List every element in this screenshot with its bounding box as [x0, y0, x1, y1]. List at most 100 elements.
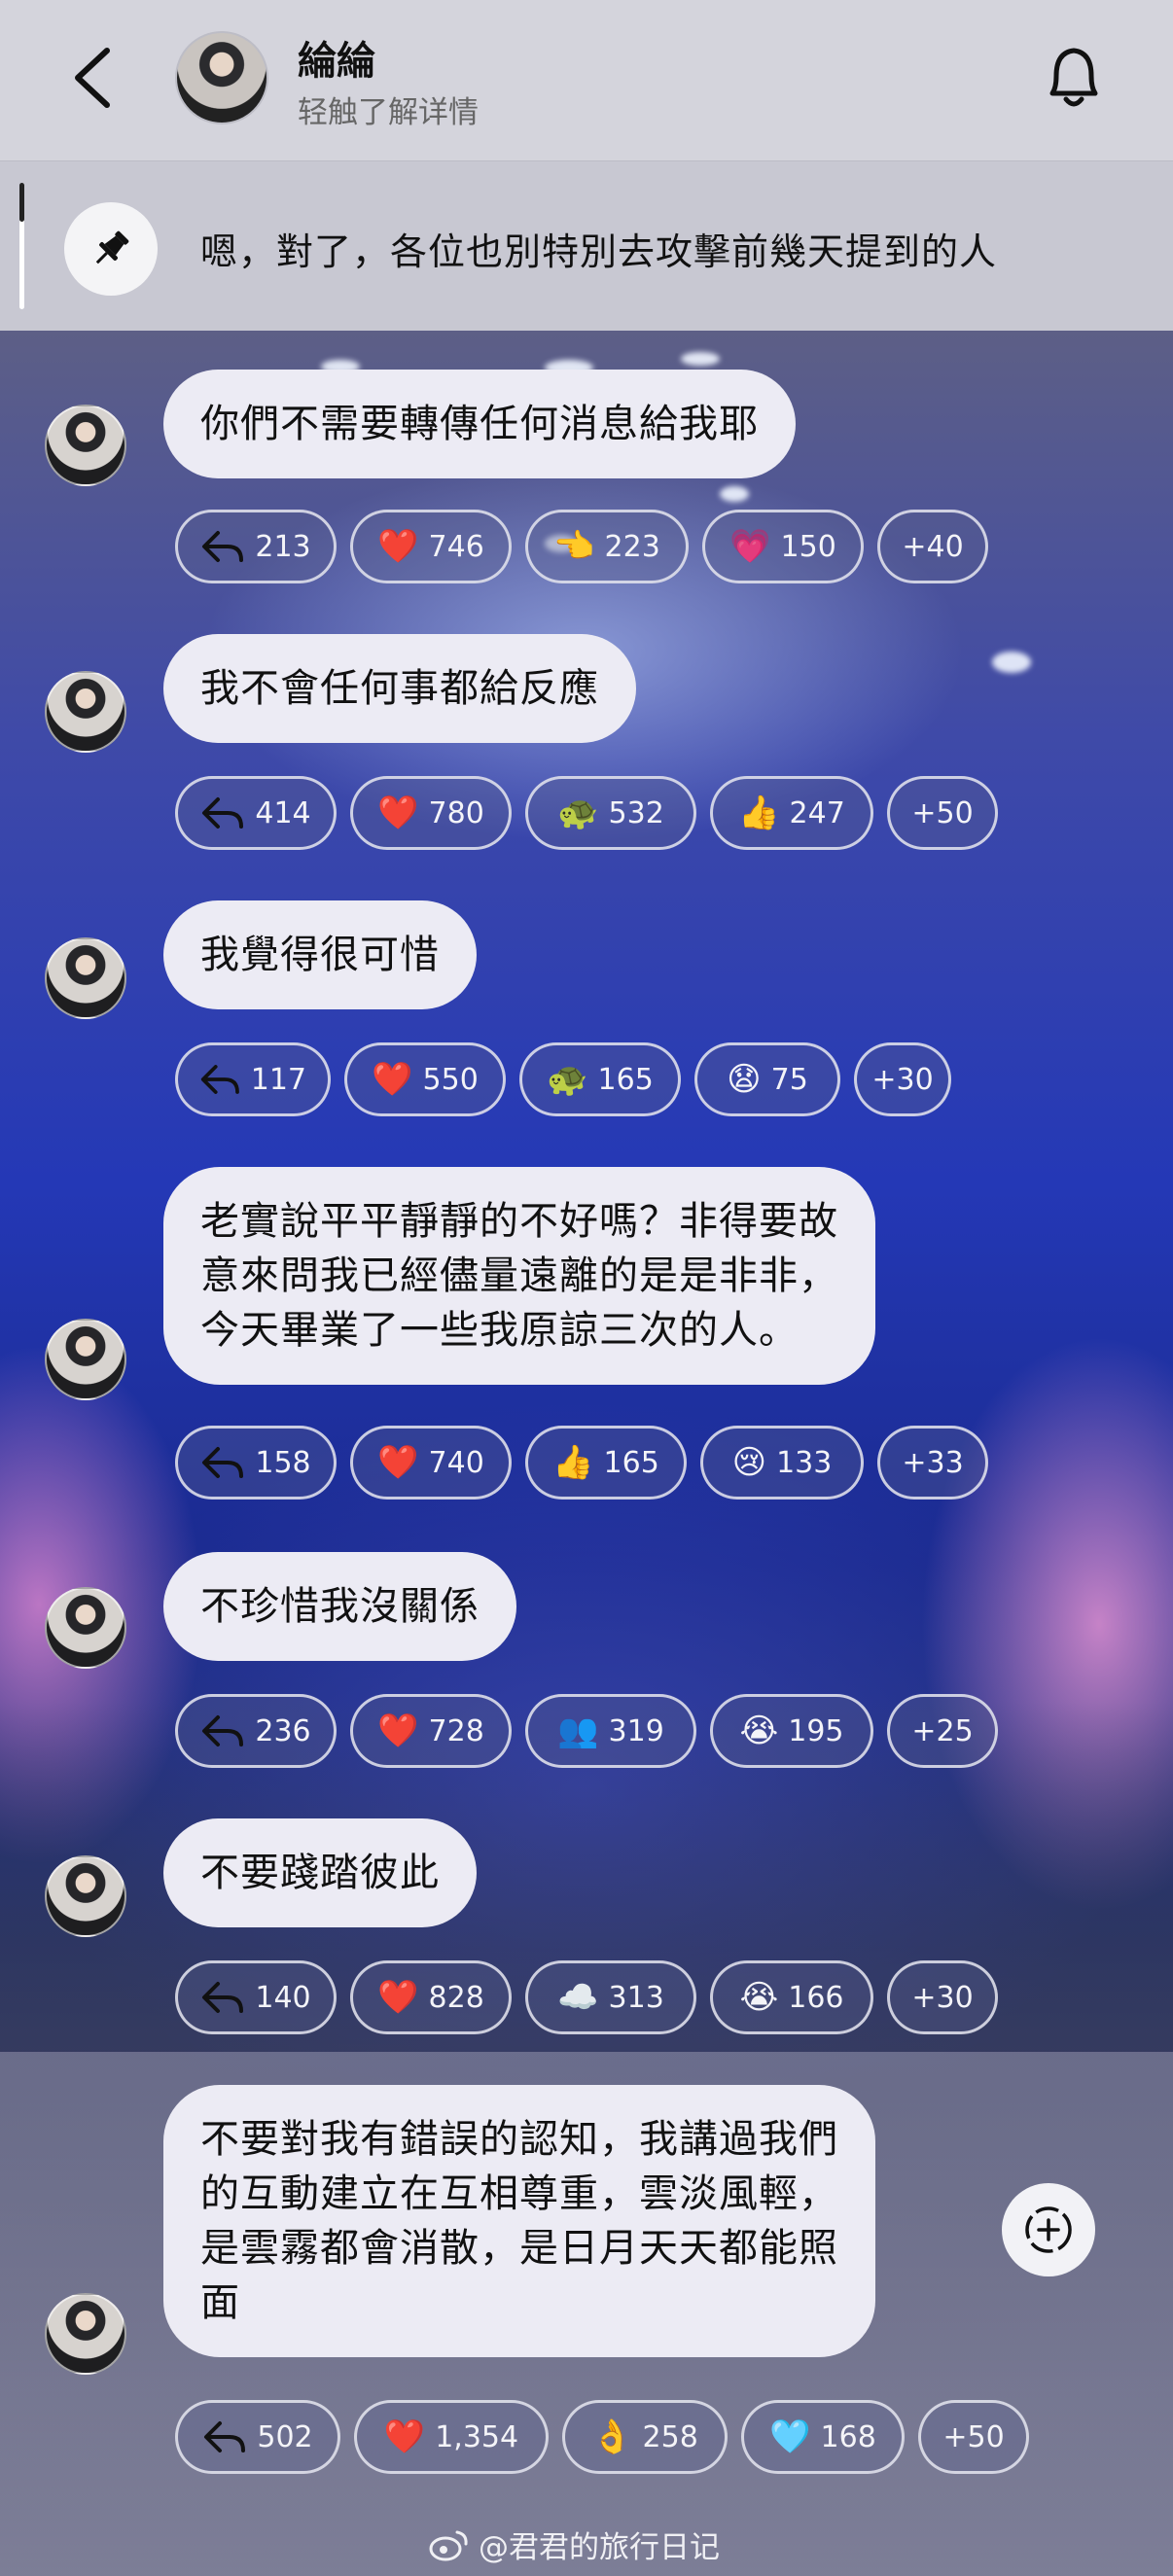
reaction-row: 158 ❤️ 740 👍 165 😢 133 +33 — [175, 1426, 988, 1500]
reaction-chip[interactable]: ☁️ 313 — [525, 1960, 696, 2034]
reaction-count: 247 — [789, 795, 845, 830]
red-heart-icon: ❤️ — [377, 1443, 419, 1482]
message-bubble[interactable]: 不要踐踏彼此 — [163, 1818, 477, 1927]
message-bubble[interactable]: 我不會任何事都給反應 — [163, 634, 636, 743]
reply-icon — [202, 531, 244, 562]
notification-button[interactable] — [1039, 37, 1109, 115]
reaction-chip[interactable]: ❤️ 740 — [350, 1426, 512, 1500]
reply-count-chip[interactable]: 140 — [175, 1960, 337, 2034]
sender-avatar[interactable] — [45, 1319, 126, 1400]
reply-count-chip[interactable]: 117 — [175, 1042, 331, 1116]
reaction-chip[interactable]: 💗 150 — [702, 510, 864, 583]
more-reactions-chip[interactable]: +30 — [887, 1960, 998, 2034]
reply-icon — [202, 1447, 244, 1478]
message-bubble[interactable]: 不要對我有錯誤的認知，我講過我們 的互動建立在互相尊重，雲淡風輕， 是雲霧都會消… — [163, 2085, 875, 2357]
reply-icon — [204, 2421, 246, 2452]
red-heart-icon: ❤️ — [377, 1711, 419, 1750]
turtle-icon: 🐢 — [557, 794, 599, 832]
reaction-count: 728 — [428, 1713, 484, 1748]
more-reactions-chip[interactable]: +50 — [887, 776, 998, 850]
reaction-chip[interactable]: ❤️ 746 — [350, 510, 512, 583]
reaction-count: 165 — [597, 1062, 654, 1097]
reaction-count: +25 — [911, 1713, 974, 1748]
crying-face-icon: 😢 — [731, 1443, 767, 1482]
reaction-chip[interactable]: ❤️ 728 — [350, 1694, 512, 1768]
red-heart-icon: ❤️ — [377, 794, 419, 832]
channel-name[interactable]: 綸綸 — [298, 29, 375, 86]
message-bubble[interactable]: 你們不需要轉傳任何消息給我耶 — [163, 370, 796, 478]
sender-avatar[interactable] — [45, 671, 126, 753]
reaction-count: 140 — [255, 1980, 311, 2015]
more-reactions-chip[interactable]: +33 — [877, 1426, 988, 1500]
more-reactions-chip[interactable]: +50 — [918, 2400, 1029, 2474]
message-bubble[interactable]: 不珍惜我沒關係 — [163, 1552, 516, 1661]
back-button[interactable] — [58, 39, 126, 117]
more-reactions-chip[interactable]: +40 — [877, 510, 988, 583]
reaction-count: 150 — [780, 529, 836, 564]
message-bubble[interactable]: 老實說平平靜靜的不好嗎？非得要故 意來問我已經儘量遠離的是是非非， 今天畢業了一… — [163, 1167, 875, 1385]
message-bubble[interactable]: 我覺得很可惜 — [163, 900, 477, 1009]
red-heart-icon: ❤️ — [377, 527, 419, 566]
reaction-count: 740 — [428, 1445, 484, 1480]
reaction-count: 168 — [820, 2419, 876, 2454]
reaction-chip[interactable]: ❤️ 1,354 — [354, 2400, 549, 2474]
reaction-chip[interactable]: 🐢 165 — [519, 1042, 681, 1116]
reaction-count: 117 — [250, 1062, 306, 1097]
reaction-count: +30 — [871, 1062, 934, 1097]
reaction-chip[interactable]: 🩵 168 — [741, 2400, 905, 2474]
reaction-chip[interactable]: 🐢 532 — [525, 776, 696, 850]
more-reactions-chip[interactable]: +25 — [887, 1694, 998, 1768]
reaction-count: 166 — [788, 1980, 844, 2015]
reaction-count: 1,354 — [435, 2419, 519, 2454]
reaction-chip[interactable]: 👌 258 — [562, 2400, 728, 2474]
reaction-chip[interactable]: 😭 195 — [710, 1694, 873, 1768]
pin-button[interactable] — [64, 202, 158, 296]
reply-count-chip[interactable]: 414 — [175, 776, 337, 850]
reply-icon — [202, 1982, 244, 2013]
reaction-row: 117 ❤️ 550 🐢 165 😧 75 +30 — [175, 1042, 951, 1116]
add-reaction-button[interactable] — [1002, 2183, 1095, 2276]
weibo-logo-icon — [429, 2530, 468, 2560]
channel-avatar[interactable] — [175, 31, 268, 124]
more-reactions-chip[interactable]: +30 — [854, 1042, 951, 1116]
sender-avatar[interactable] — [45, 1587, 126, 1669]
reaction-chip[interactable]: 👥 319 — [525, 1694, 696, 1768]
reaction-chip[interactable]: ❤️ 828 — [350, 1960, 512, 2034]
red-heart-icon: ❤️ — [383, 2417, 426, 2456]
reaction-count: +50 — [911, 795, 974, 830]
reaction-count: +50 — [942, 2419, 1005, 2454]
reaction-count: 313 — [608, 1980, 664, 2015]
reaction-count: 165 — [603, 1445, 659, 1480]
reaction-count: 502 — [257, 2419, 313, 2454]
reaction-count: 158 — [255, 1445, 311, 1480]
watermark-text: @君君的旅行日记 — [479, 2530, 720, 2565]
reaction-chip[interactable]: 👍 165 — [525, 1426, 687, 1500]
sender-avatar[interactable] — [45, 937, 126, 1019]
reply-count-chip[interactable]: 236 — [175, 1694, 337, 1768]
reaction-chip[interactable]: 👈 223 — [525, 510, 689, 583]
reply-count-chip[interactable]: 502 — [175, 2400, 340, 2474]
sender-avatar[interactable] — [45, 405, 126, 486]
reaction-chip[interactable]: 👍 247 — [710, 776, 873, 850]
channel-subtitle[interactable]: 轻触了解详情 — [298, 88, 479, 131]
reaction-count: 550 — [422, 1062, 479, 1097]
reaction-row: 213 ❤️ 746 👈 223 💗 150 +40 — [175, 510, 988, 583]
reaction-chip[interactable]: 😭 166 — [710, 1960, 873, 2034]
reply-count-chip[interactable]: 158 — [175, 1426, 337, 1500]
sobbing-face-icon: 😭 — [739, 1711, 779, 1750]
turtle-icon: 🐢 — [547, 1060, 588, 1099]
reaction-chip[interactable]: 😧 75 — [694, 1042, 840, 1116]
reaction-chip[interactable]: ❤️ 780 — [350, 776, 512, 850]
reaction-count: 828 — [428, 1980, 484, 2015]
sender-avatar[interactable] — [45, 1855, 126, 1937]
reaction-row: 414 ❤️ 780 🐢 532 👍 247 +50 — [175, 776, 998, 850]
watermark: @君君的旅行日记 — [428, 2523, 720, 2566]
sender-avatar[interactable] — [45, 2293, 126, 2375]
pink-heart-icon: 💗 — [729, 527, 771, 566]
reaction-chip[interactable]: 😢 133 — [700, 1426, 864, 1500]
reaction-count: 414 — [255, 795, 311, 830]
pinned-message-bar[interactable]: 嗯，對了，各位也別特別去攻擊前幾天提到的人 — [0, 160, 1173, 331]
reaction-count: 75 — [770, 1062, 808, 1097]
reply-count-chip[interactable]: 213 — [175, 510, 337, 583]
reaction-chip[interactable]: ❤️ 550 — [344, 1042, 506, 1116]
